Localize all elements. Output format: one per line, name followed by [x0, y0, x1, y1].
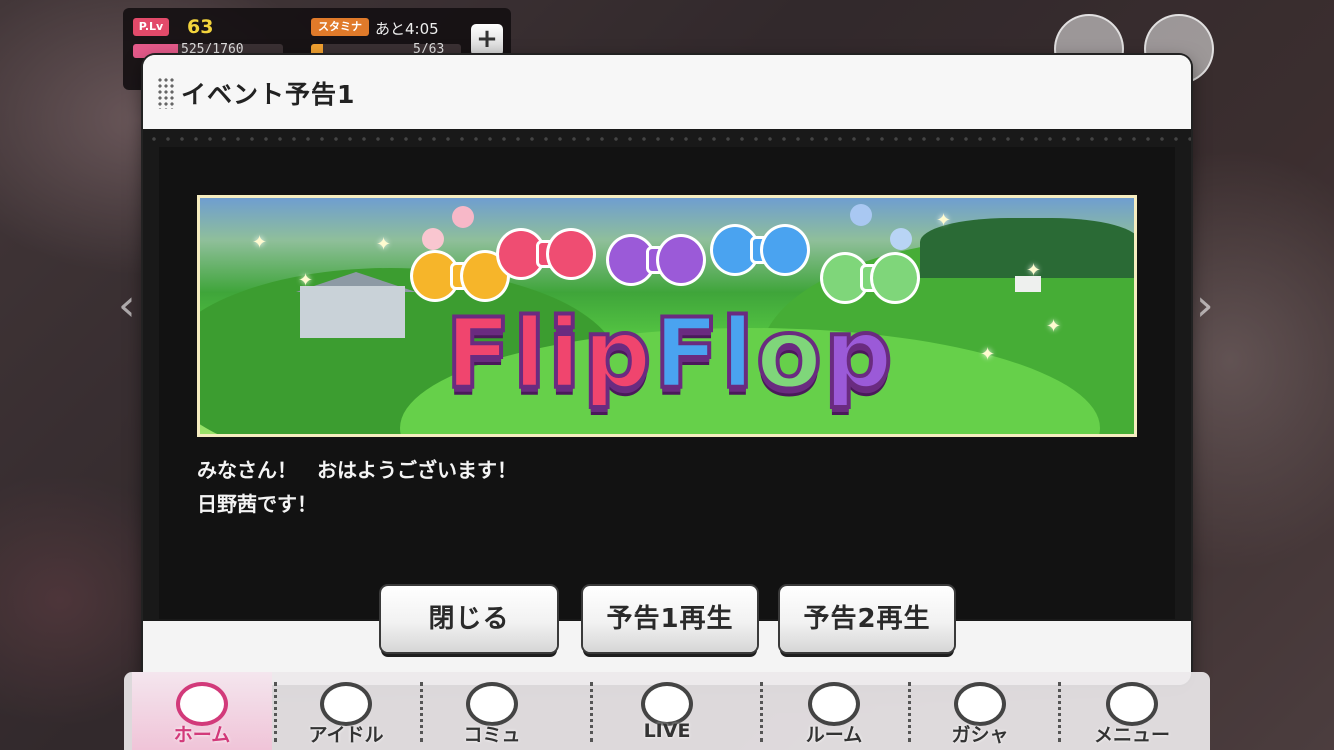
nav-menu[interactable]: メニュー [1062, 672, 1202, 750]
play-preview-1-button[interactable]: 予告1再生 [583, 586, 757, 652]
nav-label: ホーム [173, 724, 231, 746]
chevron-right-icon[interactable]: › [1196, 280, 1214, 331]
nav-room[interactable]: ルーム [764, 672, 904, 750]
decorative-dots [143, 129, 1191, 145]
nav-idol[interactable]: アイドル [276, 672, 416, 750]
nav-label: メニュー [1093, 724, 1170, 746]
nav-home[interactable]: ホーム [132, 672, 272, 750]
logo-letter: F [443, 296, 513, 412]
event-logo: FlipFlop [410, 294, 930, 414]
sparkle-icon: ✦ [980, 344, 996, 365]
stamina-recover-button[interactable]: + [471, 24, 503, 56]
sparkle-icon: ✦ [376, 234, 392, 255]
nav-commu[interactable]: コミュ [422, 672, 562, 750]
nav-divider [760, 682, 763, 742]
nav-divider [1058, 682, 1061, 742]
sparkle-icon: ✦ [936, 210, 952, 231]
stamina-tag: スタミナ [311, 18, 369, 36]
sparkle-icon: ✦ [1026, 260, 1042, 281]
dialog-title: イベント予告1 [181, 80, 356, 109]
stamina-recovery-time: あと4:05 [375, 20, 439, 38]
play-preview-2-button[interactable]: 予告2再生 [780, 586, 954, 652]
nav-label: ルーム [805, 724, 863, 746]
sparkle-icon: ✦ [252, 232, 268, 253]
ribbon-bows [410, 208, 930, 308]
nav-label: コミュ [463, 724, 521, 746]
sparkle-icon: ✦ [298, 270, 314, 291]
logo-letter: i [546, 296, 583, 412]
logo-letter: o [754, 296, 824, 412]
event-message: みなさん！ おはようございます！ 日野茜です！ [197, 458, 517, 516]
grip-icon [157, 77, 175, 109]
player-level-value: 63 [187, 16, 214, 38]
nav-label: ガシャ [951, 724, 1009, 746]
chevron-left-icon[interactable]: ‹ [118, 280, 136, 331]
nav-divider [590, 682, 593, 742]
banner-house [300, 286, 405, 338]
logo-letter: l [511, 296, 548, 412]
event-preview-dialog: イベント予告1 FlipFlop ✦ ✦ ✦ ✦ ✦ ✦ ✦ みなさん！ おはよ… [143, 55, 1191, 685]
ribbon-icon [710, 218, 810, 278]
event-banner: FlipFlop ✦ ✦ ✦ ✦ ✦ ✦ ✦ [197, 195, 1137, 437]
ribbon-icon [496, 222, 596, 282]
logo-letter: p [581, 296, 654, 412]
logo-letter: p [822, 296, 895, 412]
logo-letter: l [719, 296, 756, 412]
nav-live[interactable]: LIVE [594, 672, 740, 750]
player-level-tag: P.Lv [133, 18, 169, 36]
logo-letter: F [651, 296, 722, 412]
nav-label: LIVE [643, 720, 691, 742]
nav-label: アイドル [308, 724, 384, 746]
bottom-nav: ホーム アイドル コミュ LIVE ルーム ガシャ メニュー [124, 672, 1210, 750]
close-button[interactable]: 閉じる [381, 586, 557, 652]
sparkle-icon: ✦ [1046, 316, 1062, 337]
dialog-header: イベント予告1 [143, 55, 1191, 130]
ribbon-icon [606, 228, 706, 288]
nav-gacha[interactable]: ガシャ [910, 672, 1050, 750]
